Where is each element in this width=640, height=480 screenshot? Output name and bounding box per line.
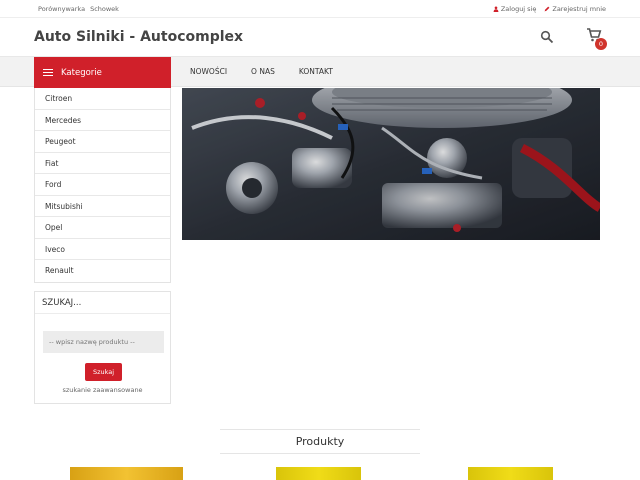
- menu-item-new[interactable]: NOWOŚCI: [190, 67, 227, 76]
- search-panel: SZUKAJ... Szukaj szukanie zaawansowane: [34, 291, 171, 404]
- hero-banner-engine-image[interactable]: [182, 88, 600, 240]
- category-item[interactable]: Mercedes: [35, 110, 170, 131]
- top-bar: Porównywarka Schowek Zaloguj się Zarejes…: [0, 0, 640, 18]
- login-label: Zaloguj się: [500, 5, 537, 13]
- product-search-input[interactable]: [43, 331, 164, 353]
- compare-link[interactable]: Porównywarka: [38, 5, 85, 13]
- pencil-icon: [544, 6, 550, 12]
- products-heading: Produkty: [220, 429, 420, 454]
- site-title[interactable]: Auto Silniki - Autocomplex: [34, 29, 243, 45]
- clipboard-link[interactable]: Schowek: [90, 5, 119, 13]
- search-icon[interactable]: [540, 30, 554, 44]
- product-thumbnail[interactable]: [276, 467, 361, 480]
- category-item[interactable]: Opel: [35, 217, 170, 239]
- cart-button[interactable]: 0: [586, 27, 610, 51]
- category-item[interactable]: Iveco: [35, 239, 170, 260]
- search-panel-title: SZUKAJ...: [35, 292, 170, 314]
- category-item[interactable]: Citroen: [35, 88, 170, 110]
- advanced-search-link[interactable]: szukanie zaawansowane: [35, 386, 170, 394]
- menu-item-about[interactable]: O NAS: [251, 67, 275, 76]
- category-item[interactable]: Renault: [35, 260, 170, 282]
- category-item[interactable]: Ford: [35, 174, 170, 196]
- product-thumbnail[interactable]: [70, 467, 183, 480]
- categories-button[interactable]: Kategorie: [34, 57, 171, 88]
- engine-illustration: [182, 88, 600, 240]
- category-item[interactable]: Fiat: [35, 153, 170, 174]
- top-links: Porównywarka Schowek: [38, 5, 119, 13]
- search-submit-button[interactable]: Szukaj: [85, 363, 122, 381]
- top-menu: NOWOŚCI O NAS KONTAKT: [190, 67, 333, 76]
- header: Auto Silniki - Autocomplex 0: [0, 18, 640, 57]
- product-thumbnail[interactable]: [468, 467, 553, 480]
- user-icon: [493, 6, 499, 12]
- menu-item-contact[interactable]: KONTAKT: [299, 67, 333, 76]
- account-links: Zaloguj się Zarejestruj mnie: [493, 5, 606, 13]
- category-item[interactable]: Peugeot: [35, 131, 170, 153]
- cart-count-badge: 0: [595, 38, 607, 50]
- login-link[interactable]: Zaloguj się: [493, 5, 537, 13]
- category-item[interactable]: Mitsubishi: [35, 196, 170, 217]
- category-list: Citroen Mercedes Peugeot Fiat Ford Mitsu…: [34, 88, 171, 283]
- categories-label: Kategorie: [61, 67, 102, 78]
- menu-icon: [43, 69, 53, 76]
- register-link[interactable]: Zarejestruj mnie: [544, 5, 606, 13]
- main-navbar: Kategorie NOWOŚCI O NAS KONTAKT: [0, 57, 640, 88]
- register-label: Zarejestruj mnie: [552, 5, 606, 13]
